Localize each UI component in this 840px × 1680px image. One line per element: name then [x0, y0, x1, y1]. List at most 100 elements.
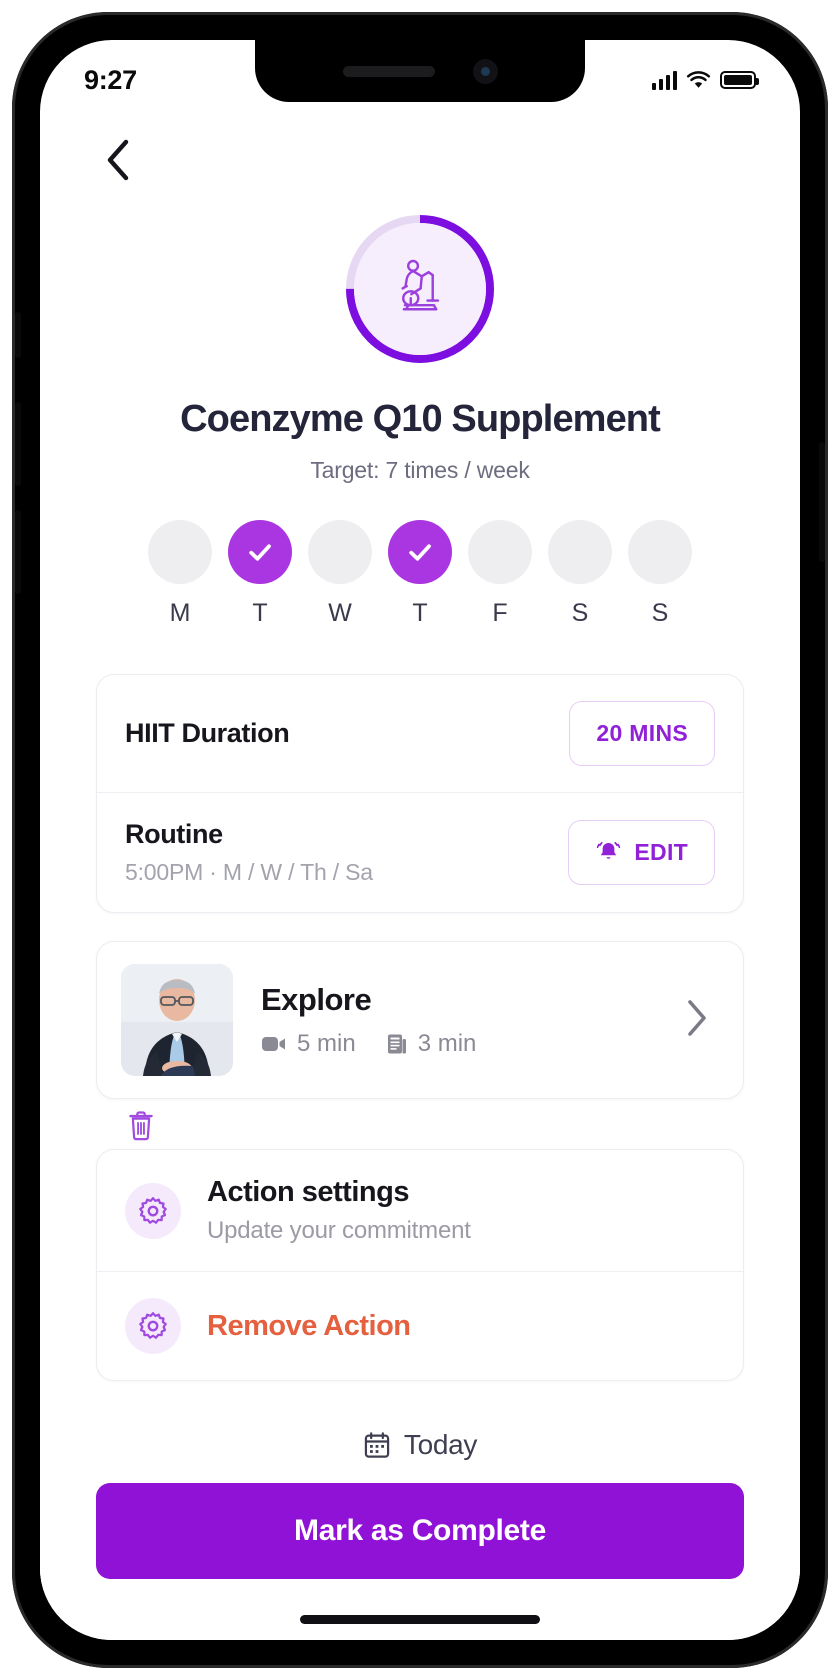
today-label: Today [403, 1429, 478, 1460]
explore-title: Explore [261, 982, 372, 1017]
habit-target-text: Target: 7 times / week [310, 457, 530, 483]
day-column: T [388, 520, 452, 628]
cellular-signal-icon [651, 70, 677, 90]
mark-as-complete-button[interactable]: Mark as Complete [96, 1483, 744, 1579]
stationary-bike-icon [401, 259, 440, 311]
day-label: S [571, 599, 589, 627]
earpiece-speaker [342, 65, 435, 77]
day-toggle-0[interactable] [148, 520, 212, 584]
day-column: M [148, 520, 212, 628]
day-label: T [412, 599, 428, 627]
volume-up-button[interactable] [15, 402, 21, 486]
duration-texts: HIIT Duration [125, 718, 569, 749]
power-button[interactable] [819, 442, 825, 562]
status-icons [651, 70, 759, 90]
action-icon-bubble [125, 1298, 181, 1354]
battery-icon [720, 71, 759, 89]
notch [255, 40, 585, 102]
calendar-icon [364, 1432, 390, 1458]
trash-row [124, 1109, 800, 1143]
trash-button[interactable] [124, 1109, 158, 1143]
wifi-icon [686, 70, 711, 88]
actions-card: Action settings Update your commitment Rem… [96, 1149, 744, 1381]
action-title: Remove Action [207, 1309, 411, 1342]
bell-ringing-icon [597, 841, 621, 859]
routine-texts: Routine 5:00PM · M / W / Th / Sa [125, 819, 568, 886]
duration-row: HIIT Duration 20 MINS [97, 675, 743, 792]
back-button[interactable] [96, 138, 140, 182]
day-column: T [228, 520, 292, 628]
duration-button-label: 20 MINS [596, 720, 688, 746]
habit-icon-circle [354, 223, 486, 355]
day-label: T [252, 599, 268, 627]
explore-card-wrapper: Explore 5 min 3 min [40, 941, 800, 1099]
duration-label: HIIT Duration [125, 718, 290, 748]
day-column: S [628, 520, 692, 628]
day-label: S [651, 599, 669, 627]
phone-screen: 9:27 Coenzyme Q10 Supplement Target: 7 t… [40, 40, 800, 1640]
day-toggle-4[interactable] [468, 520, 532, 584]
action-row[interactable]: Remove Action [97, 1271, 743, 1380]
silent-switch[interactable] [15, 312, 21, 358]
routine-label: Routine [125, 819, 223, 849]
explore-thumbnail [121, 964, 233, 1076]
explore-article-duration: 3 min [417, 1030, 477, 1057]
day-column: W [308, 520, 372, 628]
explore-row: Explore 5 min 3 min [97, 942, 743, 1098]
explore-card[interactable]: Explore 5 min 3 min [96, 941, 744, 1099]
explore-chevron-button[interactable] [687, 999, 719, 1042]
explore-video-meta: 5 min [261, 1030, 356, 1058]
settings-card-wrapper: HIIT Duration 20 MINS Routine 5:00PM · M… [40, 674, 800, 913]
person-photo [121, 964, 233, 1076]
explore-video-duration: 5 min [297, 1030, 356, 1057]
action-texts: Action settings Update your commitment [207, 1176, 715, 1245]
routine-schedule: 5:00PM · M / W / Th / Sa [125, 859, 373, 885]
action-subtitle: Update your commitment [207, 1217, 471, 1244]
day-toggle-6[interactable] [628, 520, 692, 584]
device-frame: 9:27 Coenzyme Q10 Supplement Target: 7 t… [12, 12, 828, 1668]
status-time: 9:27 [84, 64, 137, 95]
duration-button[interactable]: 20 MINS [569, 701, 715, 766]
day-toggle-3[interactable] [388, 520, 452, 584]
actions-card-wrapper: Action settings Update your commitment Rem… [40, 1149, 800, 1381]
battery-fill [724, 75, 752, 85]
settings-card: HIIT Duration 20 MINS Routine 5:00PM · M… [96, 674, 744, 913]
explore-article-meta: 3 min [386, 1030, 477, 1058]
cta-label: Mark as Complete [294, 1514, 546, 1547]
explore-texts: Explore 5 min 3 min [261, 982, 687, 1058]
day-toggle-2[interactable] [308, 520, 372, 584]
gear-icon [139, 1196, 167, 1224]
volume-down-button[interactable] [15, 510, 21, 594]
gear-icon [139, 1312, 167, 1339]
action-row[interactable]: Action settings Update your commitment [97, 1150, 743, 1271]
day-column: S [548, 520, 612, 628]
check-icon [409, 544, 431, 561]
page-title: Coenzyme Q10 Supplement [180, 398, 661, 440]
action-icon-bubble [125, 1182, 181, 1239]
day-column: F [468, 520, 532, 628]
habit-progress-ring [345, 214, 495, 364]
routine-edit-button[interactable]: EDIT [568, 820, 715, 885]
today-selector[interactable]: Today [40, 1417, 800, 1483]
day-label: W [328, 599, 352, 627]
day-toggle-5[interactable] [548, 520, 612, 584]
explore-meta: 5 min 3 min [261, 1030, 687, 1058]
hero-section [40, 214, 800, 364]
action-texts: Remove Action [207, 1310, 715, 1343]
routine-edit-label: EDIT [634, 839, 688, 865]
action-title: Action settings [207, 1176, 409, 1208]
video-camera-icon [262, 1037, 285, 1051]
bottom-bar: Today Mark as Complete [40, 1397, 800, 1640]
trash-icon [129, 1111, 153, 1141]
day-label: F [492, 599, 508, 627]
front-camera [472, 58, 498, 84]
chevron-right-icon [688, 999, 706, 1036]
week-strip: MTWTFSS [40, 520, 800, 628]
day-label: M [169, 599, 191, 627]
check-icon [249, 544, 271, 561]
home-indicator [300, 1615, 540, 1624]
article-icon [387, 1034, 406, 1054]
day-toggle-1[interactable] [228, 520, 292, 584]
routine-row: Routine 5:00PM · M / W / Th / Sa EDIT [97, 792, 743, 912]
chevron-left-icon [107, 139, 129, 181]
